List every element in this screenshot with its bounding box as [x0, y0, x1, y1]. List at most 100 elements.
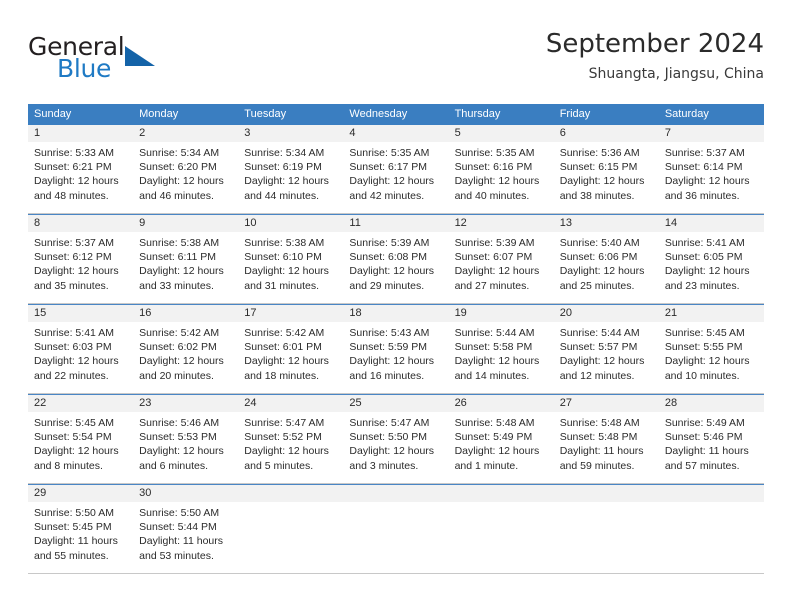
day-daylight2-text: and 27 minutes.: [454, 279, 530, 292]
day-cell-3[interactable]: Sunrise: 5:34 AM Sunset: 6:19 PM Daylight:…: [238, 142, 343, 213]
day-cell-27[interactable]: Sunrise: 5:48 AM Sunset: 5:48 PM Daylight:…: [554, 412, 659, 483]
day-daylight1-text: Daylight: 12 hours: [139, 265, 224, 278]
day-cell-empty: [449, 502, 554, 573]
day-number-22[interactable]: 22: [28, 395, 133, 412]
page-title: September 2024: [545, 29, 764, 59]
day-daylight1-text: Daylight: 11 hours: [139, 535, 223, 548]
day-cell-10[interactable]: Sunrise: 5:38 AM Sunset: 6:10 PM Daylight:…: [238, 232, 343, 303]
day-number-29[interactable]: 29: [28, 485, 133, 502]
day-cell-2[interactable]: Sunrise: 5:34 AM Sunset: 6:20 PM Daylight:…: [133, 142, 238, 213]
day-sunset-text: Sunset: 5:52 PM: [244, 431, 322, 444]
day-number-empty: [659, 485, 764, 502]
day-number-26[interactable]: 26: [449, 395, 554, 412]
day-sunset-text: Sunset: 6:06 PM: [559, 251, 638, 264]
day-sunset-text: Sunset: 6:08 PM: [349, 251, 428, 264]
day-number-band: 8 9 10 11 12 13 14: [28, 215, 764, 232]
day-number-8[interactable]: 8: [28, 215, 133, 232]
day-sunrise-text: Sunrise: 5:49 AM: [664, 417, 745, 429]
day-number-23[interactable]: 23: [133, 395, 238, 412]
day-cell-4[interactable]: Sunrise: 5:35 AM Sunset: 6:17 PM Daylight:…: [343, 142, 448, 213]
day-daylight1-text: Daylight: 12 hours: [559, 355, 645, 368]
day-number-27[interactable]: 27: [554, 395, 659, 412]
day-number-17[interactable]: 17: [238, 305, 343, 322]
day-number-20[interactable]: 20: [554, 305, 659, 322]
day-daylight1-text: Daylight: 12 hours: [454, 265, 540, 278]
day-cell-30[interactable]: Sunrise: 5:50 AM Sunset: 5:44 PM Daylight:…: [133, 502, 238, 573]
day-cell-9[interactable]: Sunrise: 5:38 AM Sunset: 6:11 PM Daylight:…: [133, 232, 238, 303]
day-cell-6[interactable]: Sunrise: 5:36 AM Sunset: 6:15 PM Daylight:…: [554, 142, 659, 213]
day-daylight1-text: Daylight: 12 hours: [34, 175, 119, 188]
day-daylight1-text: Daylight: 12 hours: [34, 265, 119, 278]
day-cell-12[interactable]: Sunrise: 5:39 AM Sunset: 6:07 PM Daylight:…: [449, 232, 554, 303]
day-number-28[interactable]: 28: [659, 395, 764, 412]
day-cell-5[interactable]: Sunrise: 5:35 AM Sunset: 6:16 PM Daylight:…: [449, 142, 554, 213]
day-cell-23[interactable]: Sunrise: 5:46 AM Sunset: 5:53 PM Daylight:…: [133, 412, 238, 483]
day-number-25[interactable]: 25: [343, 395, 448, 412]
day-cell-7[interactable]: Sunrise: 5:37 AM Sunset: 6:14 PM Daylight:…: [659, 142, 764, 213]
day-cell-13[interactable]: Sunrise: 5:40 AM Sunset: 6:06 PM Daylight:…: [554, 232, 659, 303]
day-number-18[interactable]: 18: [343, 305, 448, 322]
day-daylight2-text: and 3 minutes.: [349, 459, 419, 472]
day-number-10[interactable]: 10: [238, 215, 343, 232]
day-daylight2-text: and 40 minutes.: [454, 189, 530, 202]
day-number-16[interactable]: 16: [133, 305, 238, 322]
day-cell-18[interactable]: Sunrise: 5:43 AM Sunset: 5:59 PM Daylight:…: [343, 322, 448, 393]
day-cell-25[interactable]: Sunrise: 5:47 AM Sunset: 5:50 PM Daylight:…: [343, 412, 448, 483]
day-cell-15[interactable]: Sunrise: 5:41 AM Sunset: 6:03 PM Daylight:…: [28, 322, 133, 393]
day-detail-row: Sunrise: 5:37 AM Sunset: 6:12 PM Daylight:…: [28, 232, 764, 303]
day-sunrise-text: Sunrise: 5:34 AM: [244, 147, 325, 159]
day-detail-row: Sunrise: 5:33 AM Sunset: 6:21 PM Daylight:…: [28, 142, 764, 213]
day-daylight2-text: and 14 minutes.: [454, 369, 530, 382]
day-daylight2-text: and 46 minutes.: [139, 189, 214, 202]
day-cell-29[interactable]: Sunrise: 5:50 AM Sunset: 5:45 PM Daylight:…: [28, 502, 133, 573]
day-number-13[interactable]: 13: [554, 215, 659, 232]
day-daylight2-text: and 10 minutes.: [664, 369, 740, 382]
day-sunset-text: Sunset: 6:10 PM: [244, 251, 322, 264]
day-sunset-text: Sunset: 6:15 PM: [559, 161, 638, 174]
day-sunrise-text: Sunrise: 5:39 AM: [454, 237, 535, 249]
day-number-21[interactable]: 21: [659, 305, 764, 322]
day-daylight1-text: Daylight: 11 hours: [664, 445, 749, 458]
day-number-7[interactable]: 7: [659, 125, 764, 142]
day-number-14[interactable]: 14: [659, 215, 764, 232]
day-number-5[interactable]: 5: [449, 125, 554, 142]
day-cell-empty: [238, 502, 343, 573]
day-number-24[interactable]: 24: [238, 395, 343, 412]
day-number-9[interactable]: 9: [133, 215, 238, 232]
day-number-30[interactable]: 30: [133, 485, 238, 502]
day-sunset-text: Sunset: 6:07 PM: [454, 251, 533, 264]
day-sunset-text: Sunset: 6:03 PM: [34, 341, 112, 354]
day-cell-11[interactable]: Sunrise: 5:39 AM Sunset: 6:08 PM Daylight:…: [343, 232, 448, 303]
day-cell-1[interactable]: Sunrise: 5:33 AM Sunset: 6:21 PM Daylight:…: [28, 142, 133, 213]
day-cell-14[interactable]: Sunrise: 5:41 AM Sunset: 6:05 PM Daylight:…: [659, 232, 764, 303]
day-sunrise-text: Sunrise: 5:42 AM: [244, 327, 325, 339]
day-cell-empty: [343, 502, 448, 573]
day-number-6[interactable]: 6: [554, 125, 659, 142]
day-number-1[interactable]: 1: [28, 125, 133, 142]
day-cell-19[interactable]: Sunrise: 5:44 AM Sunset: 5:58 PM Daylight:…: [449, 322, 554, 393]
day-number-4[interactable]: 4: [343, 125, 448, 142]
day-cell-28[interactable]: Sunrise: 5:49 AM Sunset: 5:46 PM Daylight:…: [659, 412, 764, 483]
day-sunrise-text: Sunrise: 5:48 AM: [559, 417, 640, 429]
day-number-3[interactable]: 3: [238, 125, 343, 142]
day-cell-16[interactable]: Sunrise: 5:42 AM Sunset: 6:02 PM Daylight:…: [133, 322, 238, 393]
day-number-15[interactable]: 15: [28, 305, 133, 322]
day-cell-24[interactable]: Sunrise: 5:47 AM Sunset: 5:52 PM Daylight:…: [238, 412, 343, 483]
day-sunset-text: Sunset: 5:46 PM: [664, 431, 743, 444]
day-number-2[interactable]: 2: [133, 125, 238, 142]
weekday-header-friday: Friday: [559, 108, 591, 120]
day-number-11[interactable]: 11: [343, 215, 448, 232]
day-cell-26[interactable]: Sunrise: 5:48 AM Sunset: 5:49 PM Daylight:…: [449, 412, 554, 483]
calendar-page: General Blue September 2024 Shuangta, Ji…: [0, 0, 792, 612]
day-sunset-text: Sunset: 6:14 PM: [664, 161, 743, 174]
day-daylight2-text: and 53 minutes.: [139, 549, 214, 562]
day-sunrise-text: Sunrise: 5:33 AM: [34, 147, 114, 159]
day-number-12[interactable]: 12: [449, 215, 554, 232]
day-cell-21[interactable]: Sunrise: 5:45 AM Sunset: 5:55 PM Daylight:…: [659, 322, 764, 393]
day-cell-22[interactable]: Sunrise: 5:45 AM Sunset: 5:54 PM Daylight:…: [28, 412, 133, 483]
day-daylight1-text: Daylight: 11 hours: [34, 535, 118, 548]
day-number-19[interactable]: 19: [449, 305, 554, 322]
day-cell-17[interactable]: Sunrise: 5:42 AM Sunset: 6:01 PM Daylight:…: [238, 322, 343, 393]
day-cell-20[interactable]: Sunrise: 5:44 AM Sunset: 5:57 PM Daylight:…: [554, 322, 659, 393]
day-cell-8[interactable]: Sunrise: 5:37 AM Sunset: 6:12 PM Daylight:…: [28, 232, 133, 303]
